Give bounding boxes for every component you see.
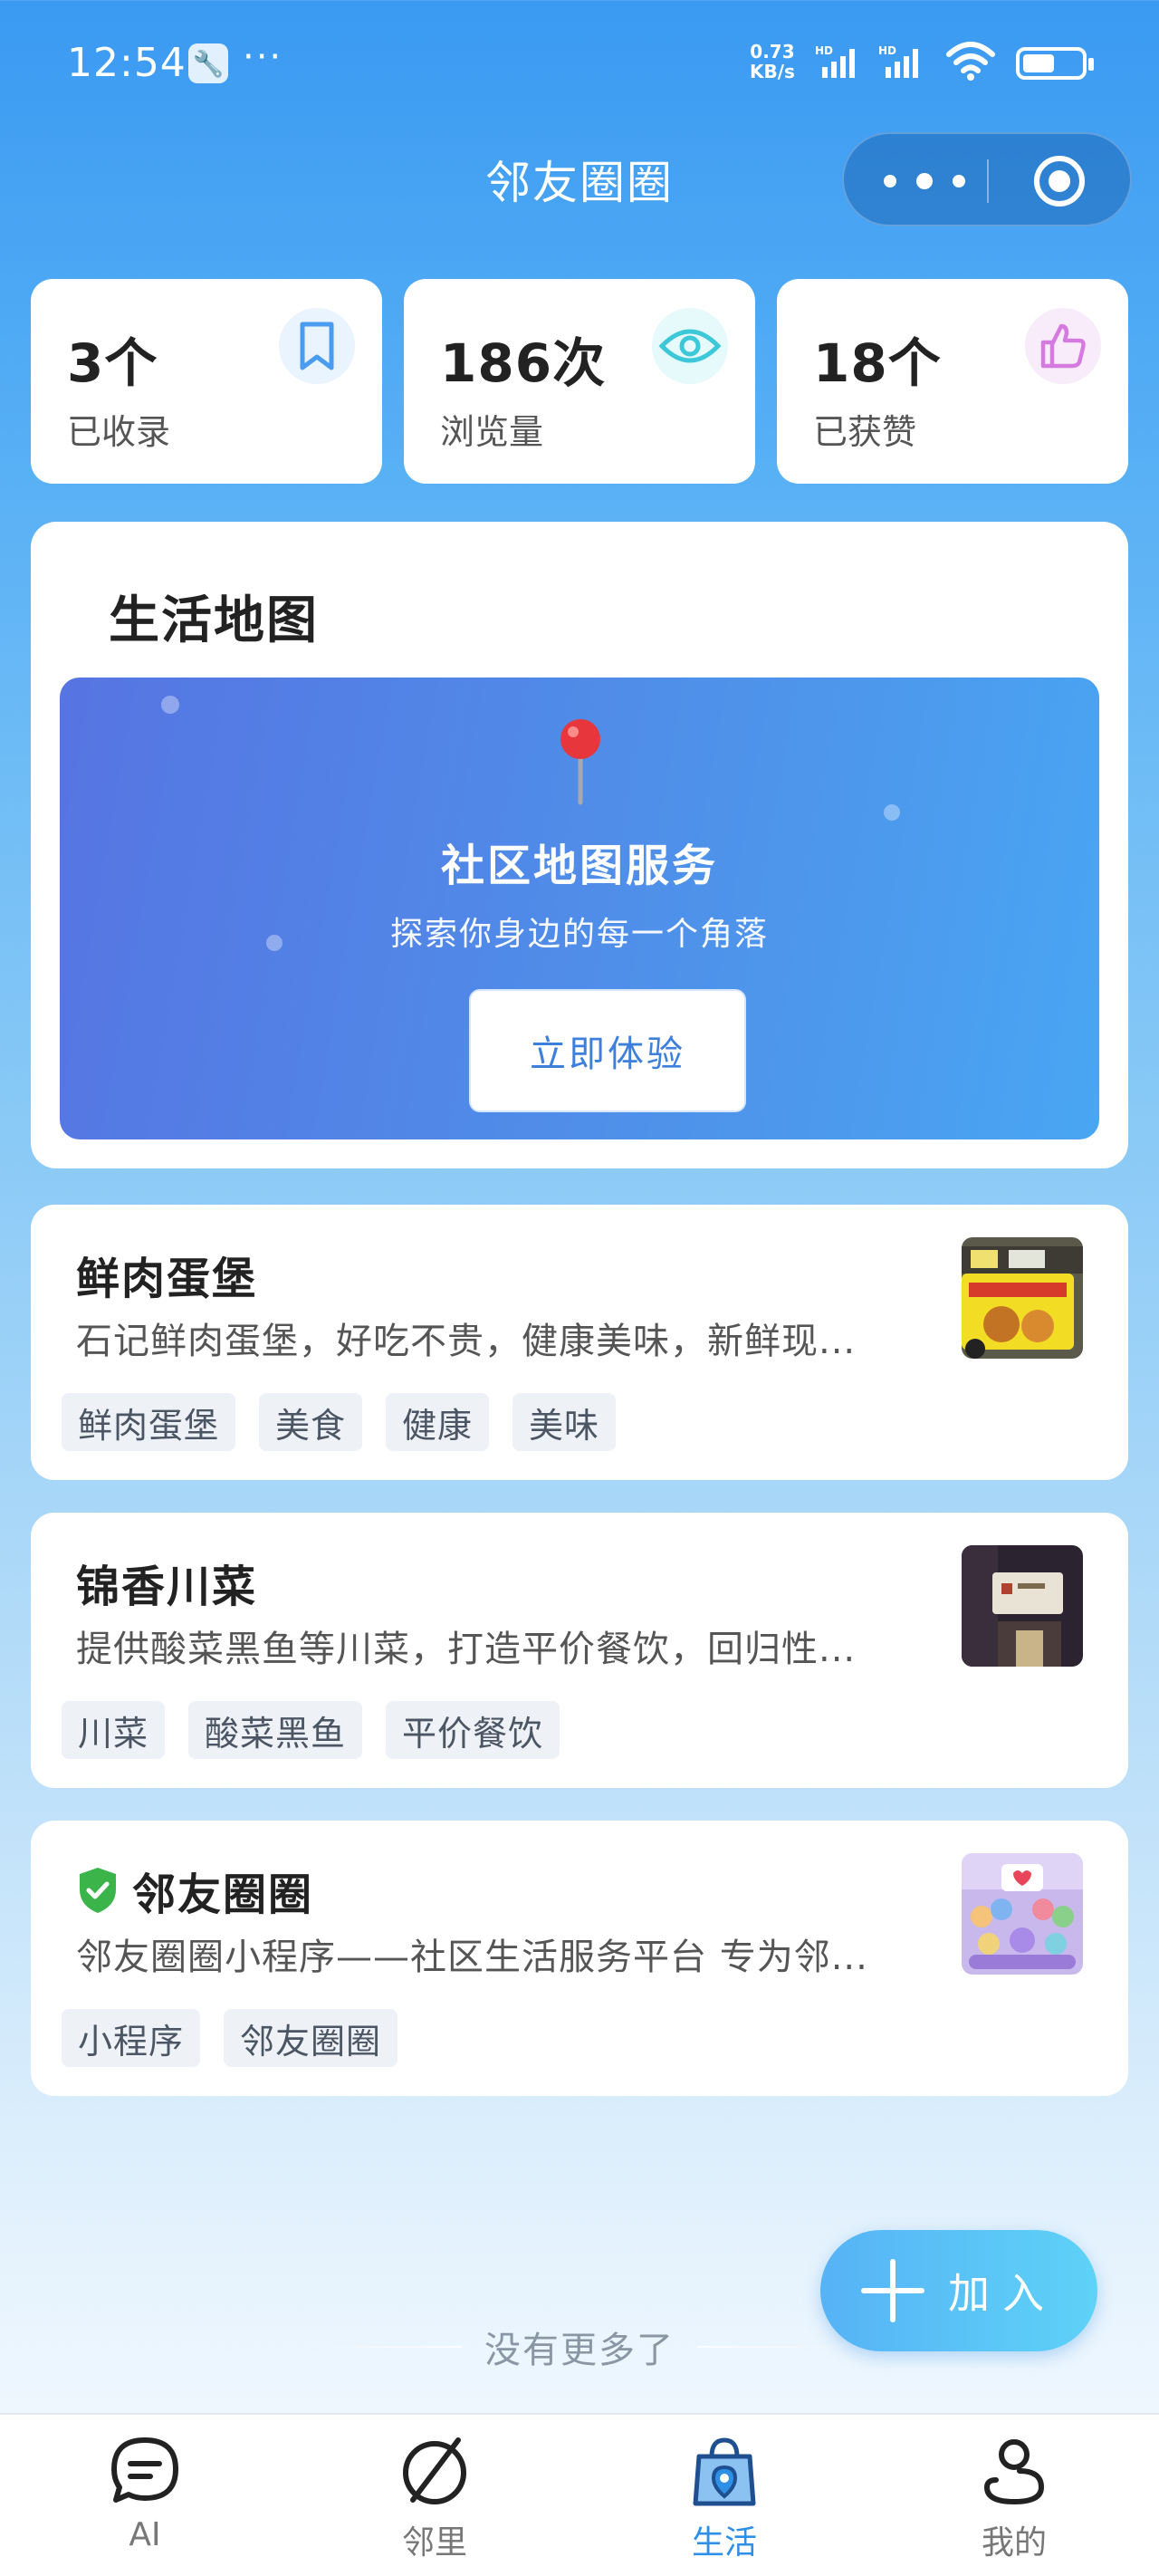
stat-label: 已获赞 (813, 412, 917, 452)
stat-label: 浏览量 (440, 412, 544, 452)
tag[interactable]: 鲜肉蛋堡 (62, 1393, 236, 1451)
tag[interactable]: 酸菜黑鱼 (188, 1701, 363, 1759)
stat-card-collected[interactable]: 3个 已收录 (31, 279, 382, 484)
battery-fill (1023, 54, 1054, 72)
listing-thumbnail[interactable] (962, 1853, 1083, 1975)
stat-label: 已收录 (67, 412, 171, 452)
listing-tags: 鲜肉蛋堡 美食 健康 美味 (62, 1393, 639, 1451)
life-map-title: 生活地图 (109, 591, 319, 650)
status-dots: ··· (243, 36, 283, 78)
map-banner-title: 社区地图服务 (440, 841, 718, 891)
tab-ai[interactable]: AI (0, 2415, 290, 2576)
status-time: 12:54 (67, 40, 187, 86)
listing-title: 鲜肉蛋堡 (76, 1243, 257, 1306)
decor-dot (161, 696, 179, 714)
plus-icon (861, 2259, 924, 2322)
list-item[interactable]: 锦香川菜 提供酸菜黑鱼等川菜，打造平价餐饮，回归性... 川菜 酸菜黑鱼 平价餐… (31, 1513, 1128, 1788)
decor-dot (884, 804, 900, 821)
map-pin-icon (560, 719, 600, 805)
listing-title-text: 锦香川菜 (76, 1562, 258, 1612)
try-now-button[interactable]: 立即体验 (469, 989, 746, 1112)
community-map-banner[interactable]: 社区地图服务 探索你身边的每一个角落 立即体验 (60, 678, 1099, 1139)
tag[interactable]: 平价餐饮 (386, 1701, 560, 1759)
hd-label-2: HD (878, 44, 896, 57)
eye-icon (652, 308, 728, 384)
list-item[interactable]: 鲜肉蛋堡 石记鲜肉蛋堡，好吃不贵，健康美味，新鲜现... 鲜肉蛋堡 美食 健康 … (31, 1205, 1128, 1480)
tag[interactable]: 小程序 (62, 2009, 201, 2067)
hd-label: HD (815, 44, 833, 57)
network-speed-unit: KB/s (750, 61, 795, 82)
tag[interactable]: 川菜 (62, 1701, 166, 1759)
stat-value: 18个 (813, 332, 942, 394)
stat-card-views[interactable]: 186次 浏览量 (404, 279, 755, 484)
stat-value: 3个 (67, 332, 158, 394)
tag[interactable]: 健康 (386, 1393, 490, 1451)
tag[interactable]: 美味 (512, 1393, 617, 1451)
tab-label: AI (129, 2516, 161, 2553)
signal-icon: HD (815, 44, 855, 78)
verified-shield-icon (80, 1868, 116, 1913)
listing-tags: 川菜 酸菜黑鱼 平价餐饮 (62, 1701, 583, 1759)
tab-label: 我的 (981, 2524, 1047, 2562)
chat-icon (111, 2437, 178, 2503)
stat-card-likes[interactable]: 18个 已获赞 (777, 279, 1128, 484)
bottom-tab-bar: AI 邻里 生活 我的 (0, 2413, 1159, 2576)
stat-value: 186次 (440, 332, 607, 394)
tab-me[interactable]: 我的 (869, 2415, 1159, 2576)
join-button[interactable]: 加入 (820, 2230, 1097, 2351)
network-speed-value: 0.73 (750, 41, 795, 62)
tag[interactable]: 美食 (259, 1393, 363, 1451)
more-options-icon[interactable] (884, 161, 965, 201)
tab-neighborhood[interactable]: 邻里 (290, 2415, 580, 2576)
user-icon (983, 2439, 1045, 2505)
join-button-label: 加入 (948, 2269, 1057, 2318)
listing-title-text: 鲜肉蛋堡 (76, 1254, 258, 1304)
bookmark-icon (279, 308, 355, 384)
network-speed: 0.73 KB/s (750, 42, 795, 82)
tab-life[interactable]: 生活 (580, 2415, 869, 2576)
shopping-bag-location-icon (693, 2437, 756, 2506)
tab-label: 生活 (691, 2524, 757, 2562)
status-bar: 12:54 🔧 ··· 0.73 KB/s HD HD (0, 0, 1159, 127)
wrench-icon: 🔧 (188, 43, 228, 83)
tag[interactable]: 邻友圈圈 (224, 2009, 398, 2067)
listing-description: 邻友圈圈小程序——社区生活服务平台 专为邻... (76, 1937, 868, 1978)
mini-program-capsule (842, 132, 1132, 226)
listing-title-text: 邻友圈圈 (132, 1870, 314, 1920)
listing-title: 邻友圈圈 (76, 1859, 313, 1922)
wifi-icon (946, 42, 995, 81)
listing-description: 提供酸菜黑鱼等川菜，打造平价餐饮，回归性... (76, 1629, 857, 1670)
list-item[interactable]: 邻友圈圈 邻友圈圈小程序——社区生活服务平台 专为邻... 小程序 邻友圈圈 (31, 1821, 1128, 2096)
thumbs-up-icon (1025, 308, 1101, 384)
battery-icon (1016, 47, 1094, 80)
tab-label: 邻里 (401, 2524, 467, 2562)
signal-icon-2: HD (878, 44, 918, 78)
listing-thumbnail[interactable] (962, 1545, 1083, 1667)
compass-icon (403, 2437, 466, 2504)
close-mini-program-icon[interactable] (1034, 156, 1085, 207)
listing-tags: 小程序 邻友圈圈 (62, 2009, 421, 2067)
listing-title: 锦香川菜 (76, 1551, 257, 1614)
map-banner-subtitle: 探索你身边的每一个角落 (389, 916, 769, 953)
capsule-divider (987, 159, 989, 203)
life-map-card: 生活地图 社区地图服务 探索你身边的每一个角落 立即体验 (31, 522, 1128, 1168)
listing-thumbnail[interactable] (962, 1237, 1083, 1359)
listing-description: 石记鲜肉蛋堡，好吃不贵，健康美味，新鲜现... (76, 1321, 857, 1362)
